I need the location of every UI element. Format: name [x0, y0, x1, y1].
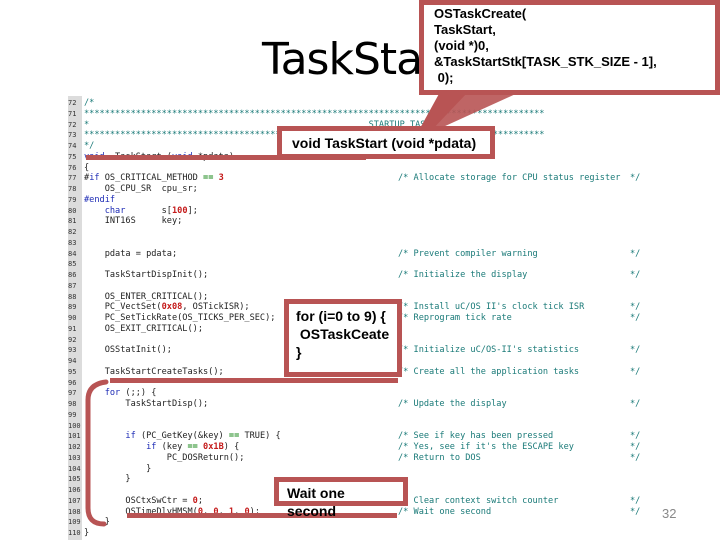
page-number: 32	[662, 506, 677, 521]
callout-line: OSTaskCreate(	[434, 6, 527, 21]
create-tasks-underline	[110, 378, 398, 383]
callout-line: 0);	[434, 70, 454, 85]
callout-ostaskcreate: OSTaskCreate( TaskStart, (void *)0, &Tas…	[419, 0, 720, 95]
callout-loop: for (i=0 to 9) { OSTaskCeate }	[284, 299, 402, 377]
callout-line: TaskStart,	[434, 22, 496, 37]
wait-underline	[127, 513, 397, 518]
callout-line: &TaskStartStk[TASK_STK_SIZE - 1],	[434, 54, 657, 69]
callout-signature: void TaskStart (void *pdata)	[277, 126, 495, 159]
for-loop-bracket	[85, 379, 109, 527]
callout-line: (void *)0,	[434, 38, 489, 53]
callout-wait: Wait one second	[274, 477, 408, 519]
